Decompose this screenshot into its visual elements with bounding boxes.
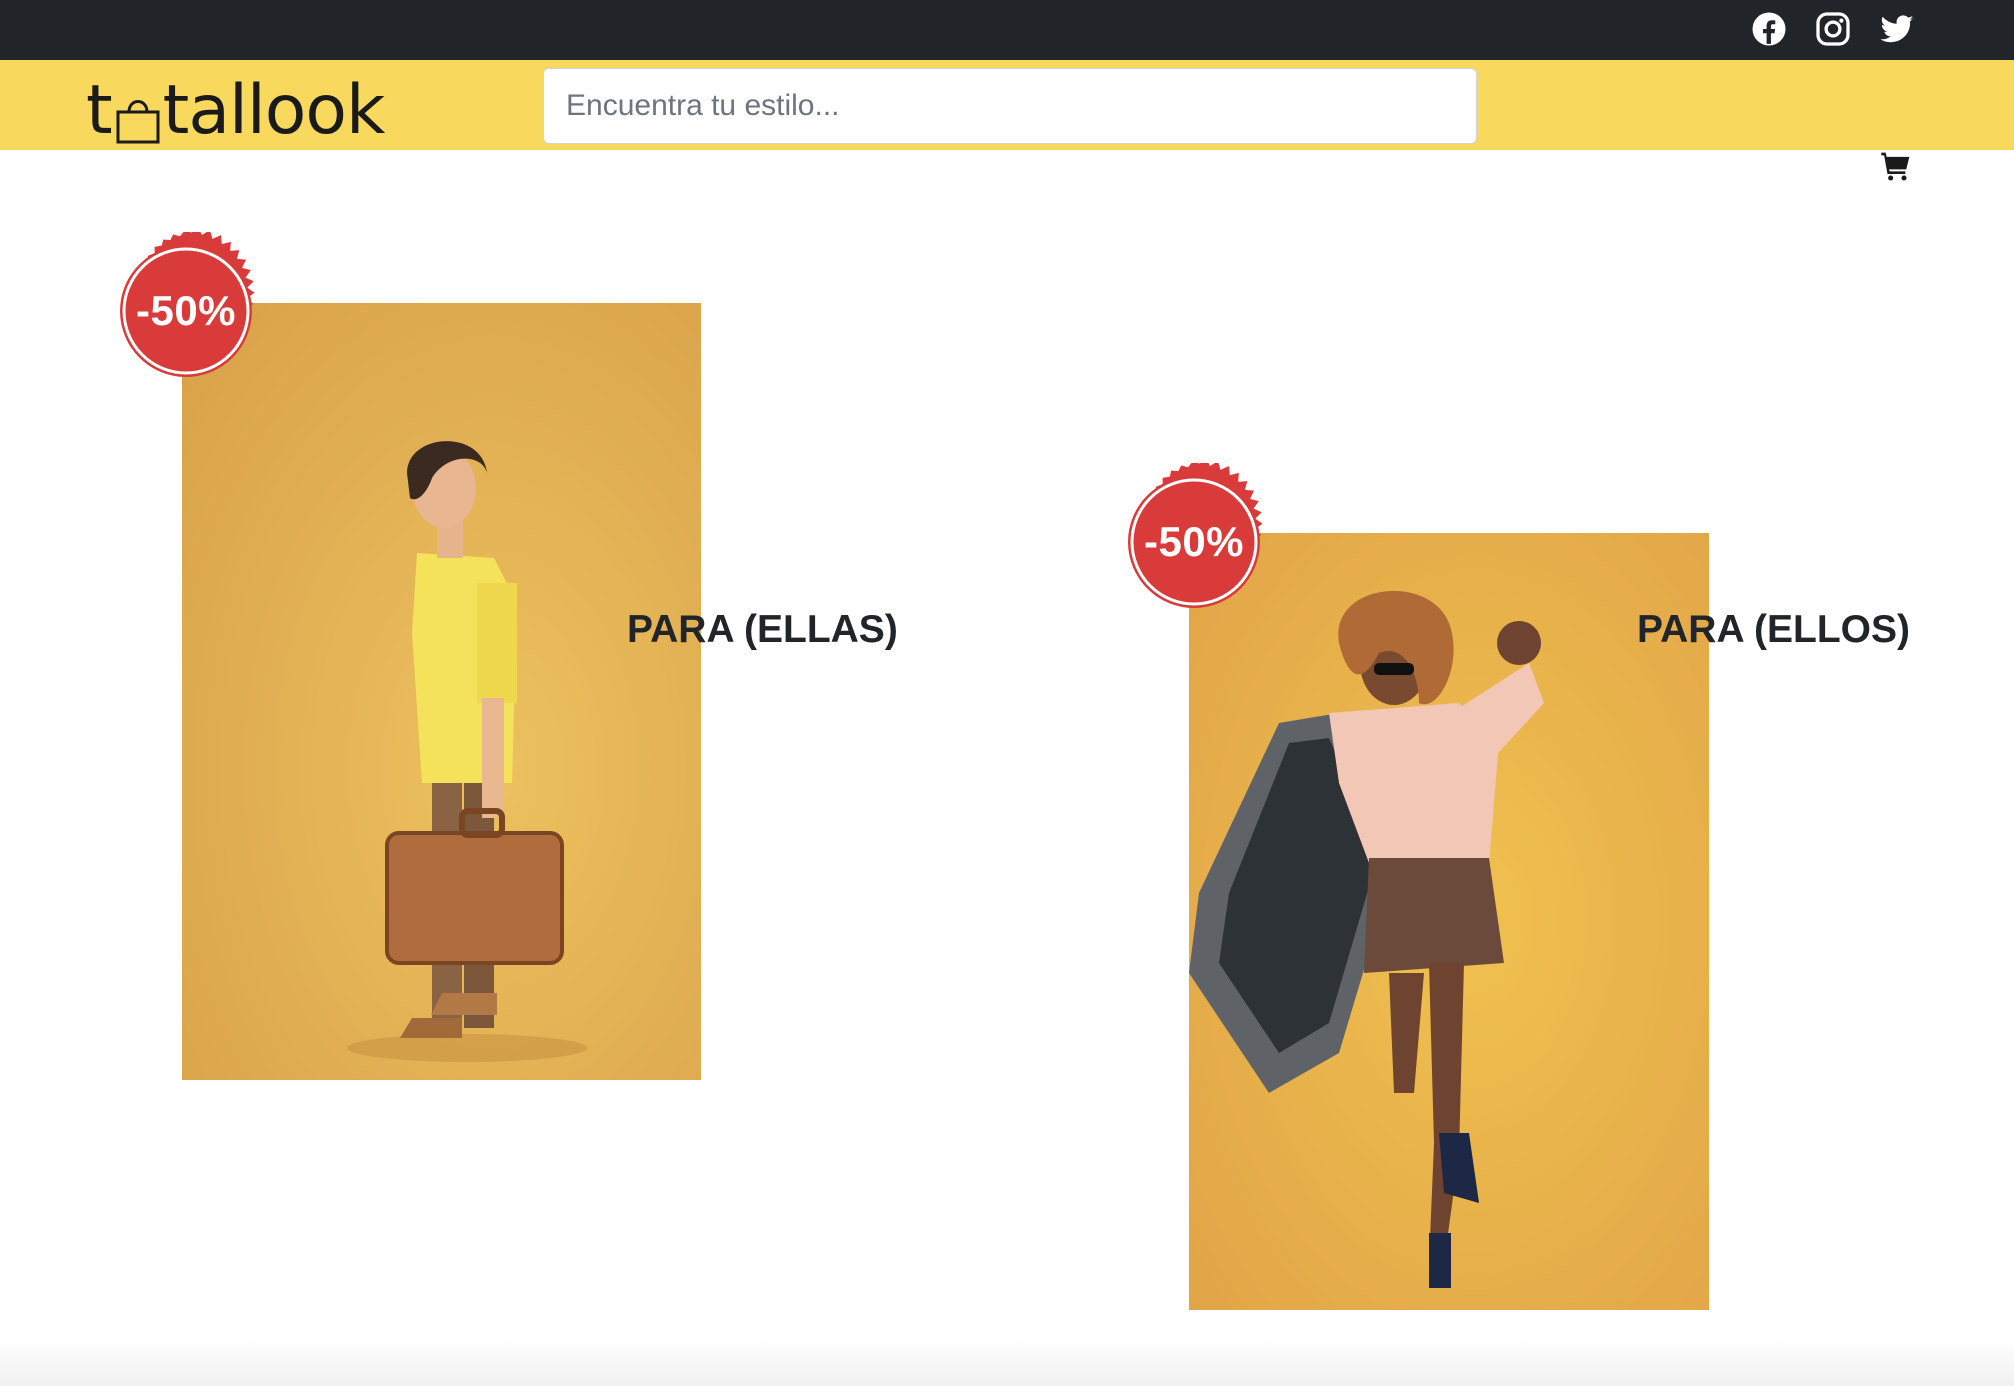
category-link-ellos[interactable]: PARA (ELLOS) (1637, 608, 1910, 652)
category-link-ellas[interactable]: PARA (ELLAS) (627, 608, 898, 652)
page-bottom-edge (0, 1336, 2014, 1386)
top-bar (0, 0, 2014, 60)
instagram-icon[interactable] (1815, 11, 1851, 47)
logo-suffix: tallook (162, 71, 386, 150)
shopping-bag-icon (113, 78, 163, 144)
search-input[interactable] (543, 68, 1477, 144)
discount-label: -50% (135, 287, 237, 334)
discount-label: -50% (1143, 518, 1245, 565)
discount-badge: -50% (107, 232, 265, 390)
discount-badge: -50% (1115, 463, 1273, 621)
product-photo-ellas[interactable] (182, 303, 701, 1080)
facebook-icon[interactable] (1751, 11, 1787, 47)
brand-logo[interactable]: t tallook (86, 71, 386, 150)
logo-prefix: t (86, 71, 113, 150)
product-photo-ellos[interactable] (1189, 533, 1709, 1310)
cart-icon[interactable] (1880, 150, 1912, 182)
twitter-icon[interactable] (1879, 11, 1915, 47)
